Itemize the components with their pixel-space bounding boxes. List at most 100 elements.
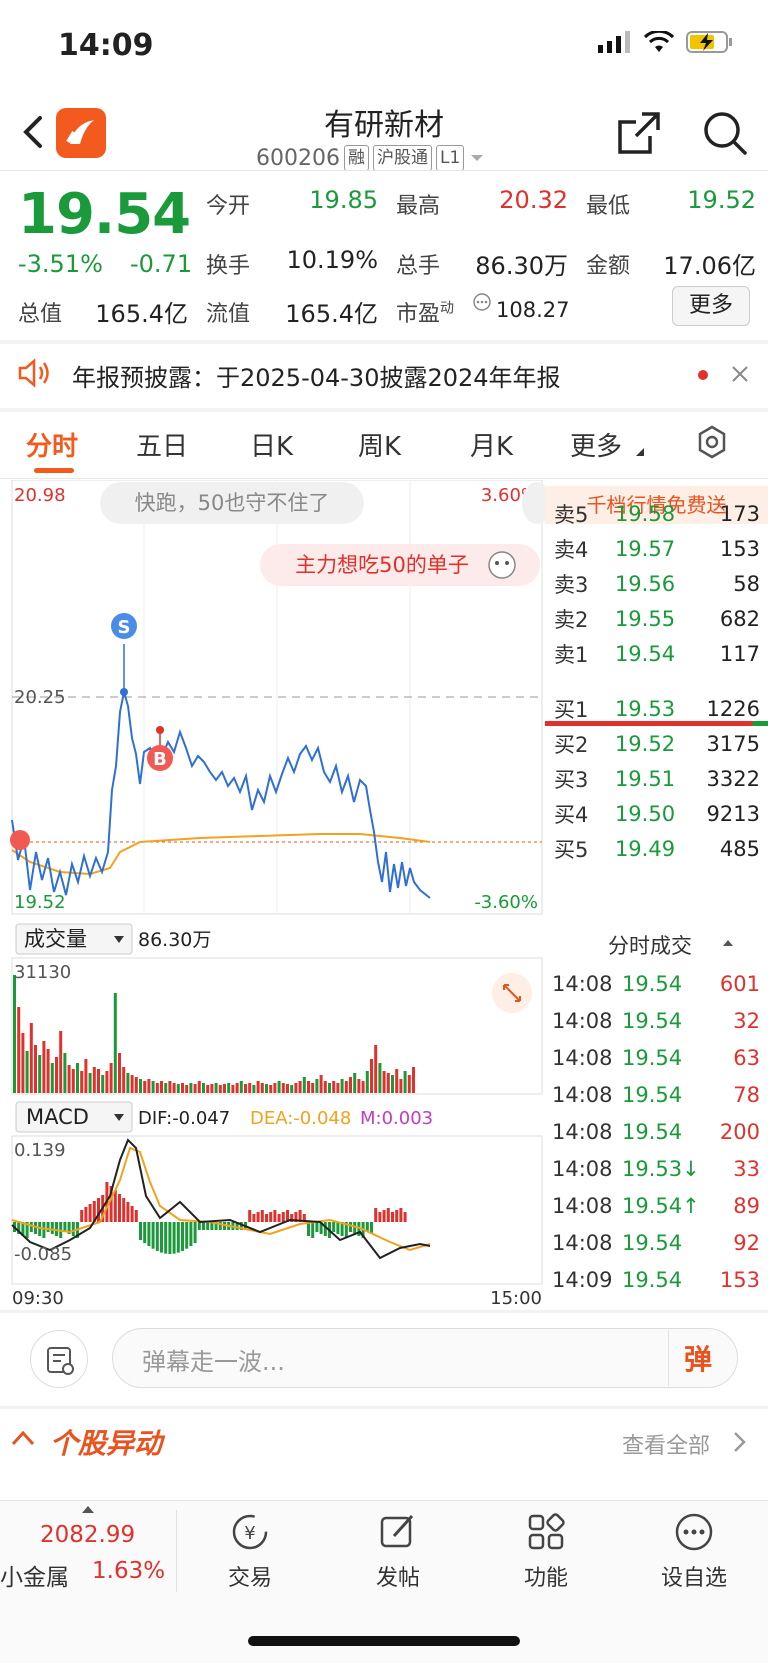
close-icon[interactable]: [730, 364, 750, 384]
ask-row[interactable]: 卖4 19.57 153: [554, 531, 760, 567]
tick-row: 14:09 19.54 153: [552, 1262, 760, 1298]
bid-row[interactable]: 买3 19.51 3322: [554, 761, 760, 797]
volume-bar: [273, 1083, 277, 1093]
macd-bar: [168, 1222, 172, 1254]
index-name[interactable]: 小金属: [0, 1558, 69, 1592]
tag-connect: 沪股通: [372, 145, 432, 171]
tick-row: 14:08 19.54 92: [552, 1225, 760, 1261]
ask-row[interactable]: 卖2 19.55 682: [554, 601, 760, 637]
volume-bar: [223, 1084, 226, 1093]
tick-row: 14:08 19.54 200: [552, 1114, 760, 1150]
tick-price: 19.53↓: [622, 1157, 700, 1181]
bid-price: 19.49: [614, 837, 676, 861]
ask-row[interactable]: 卖5 19.58 173: [554, 496, 760, 532]
danmaku-send-button[interactable]: 弹: [684, 1338, 712, 1378]
volume-bar: [59, 1031, 63, 1093]
quote-value-high: 20.32: [499, 186, 568, 214]
ticks-title[interactable]: 分时成交: [608, 930, 692, 960]
volume-bar: [155, 1083, 159, 1093]
status-time: 14:09: [58, 28, 154, 63]
index-value[interactable]: 2082.99: [40, 1522, 135, 1548]
collapse-icon[interactable]: [722, 938, 734, 948]
macd-bar: [176, 1222, 180, 1253]
nav-functions[interactable]: 功能: [486, 1510, 606, 1592]
macd-bar: [273, 1210, 277, 1222]
volume-bar: [235, 1083, 239, 1093]
volume-bar: [231, 1085, 235, 1093]
macd-bar: [281, 1212, 285, 1222]
quote-value-open: 19.85: [309, 186, 378, 214]
volume-bar: [164, 1083, 168, 1093]
ask-row[interactable]: 卖1 19.54 117: [554, 636, 760, 672]
volume-bar: [286, 1084, 289, 1093]
stock-subtitle[interactable]: 600206 融 沪股通 L1: [256, 145, 486, 171]
tab-monthly-k[interactable]: 月K: [470, 426, 513, 463]
tick-price: 19.54: [622, 972, 683, 996]
tick-time: 14:08: [552, 1083, 613, 1107]
wifi-icon: [644, 31, 674, 52]
volume-bar: [34, 1045, 37, 1093]
volume-bar: [340, 1079, 344, 1093]
speaker-icon: [18, 358, 49, 388]
macd-bar: [155, 1222, 159, 1251]
macd-bar: [181, 1222, 184, 1251]
m-value: M:0.003: [360, 1108, 433, 1129]
macd-bar: [315, 1222, 319, 1232]
share-icon[interactable]: [616, 110, 662, 156]
bid-row[interactable]: 买1 19.53 1226: [554, 691, 760, 727]
ask-row[interactable]: 卖3 19.56 58: [554, 566, 760, 602]
tick-volume: 63: [733, 1046, 760, 1070]
pe-info-icon[interactable]: [472, 292, 492, 312]
volume-bar: [311, 1083, 315, 1093]
macd-bar: [134, 1210, 138, 1222]
volume-bar: [386, 1073, 390, 1093]
bid-row[interactable]: 买4 19.50 9213: [554, 796, 760, 832]
intraday-chart[interactable]: S B 20.98 3.60% 20.25 19.52 -3.60% 快跑，50…: [0, 480, 545, 1310]
volume-bar: [113, 993, 117, 1093]
bid-row[interactable]: 买2 19.52 3175: [554, 726, 760, 762]
tick-price: 19.54↑: [622, 1194, 700, 1218]
volume-bar: [260, 1083, 264, 1093]
tab-more[interactable]: 更多: [570, 426, 622, 463]
tab-daily-k[interactable]: 日K: [250, 426, 293, 463]
nav-post[interactable]: 发帖: [338, 1510, 458, 1592]
volume-bar: [109, 1063, 113, 1093]
volume-bar: [336, 1083, 340, 1093]
chevron-up-icon[interactable]: [10, 1428, 36, 1448]
signal-icon: [598, 31, 630, 53]
macd-bar: [248, 1210, 252, 1222]
macd-bar: [88, 1204, 92, 1222]
divider: [0, 1406, 768, 1409]
nav-trade[interactable]: ¥ 交易: [190, 1510, 310, 1592]
current-price: 19.54: [18, 182, 191, 247]
danmaku-settings-button[interactable]: [30, 1330, 88, 1388]
volume-value: 86.30万: [138, 929, 211, 951]
macd-bars: [13, 1182, 407, 1254]
tick-volume: 200: [719, 1120, 760, 1144]
search-icon[interactable]: [702, 110, 748, 156]
tab-intraday[interactable]: 分时: [26, 426, 78, 463]
sell-marker-dot: [120, 688, 128, 696]
volume-bar: [395, 1069, 399, 1093]
quote-label-high: 最高: [396, 194, 441, 219]
tick-row: 14:08 19.54 78: [552, 1077, 760, 1113]
volume-bar: [193, 1084, 197, 1093]
volume-bar: [214, 1083, 218, 1093]
bid-row[interactable]: 买5 19.49 485: [554, 831, 760, 867]
tick-price: 19.54: [622, 1083, 683, 1107]
volume-bar: [80, 1071, 84, 1093]
bid-label: 买3: [554, 768, 589, 792]
more-quote-button[interactable]: 更多: [672, 286, 750, 326]
notice-text[interactable]: 年报预披露：于2025-04-30披露2024年年报: [72, 358, 561, 393]
tab-weekly-k[interactable]: 周K: [358, 426, 401, 463]
nav-watchlist[interactable]: 设自选: [634, 1510, 754, 1592]
macd-bar: [97, 1198, 100, 1222]
volume-bar: [374, 1045, 378, 1093]
buy-marker-label: B: [153, 749, 167, 770]
view-all-link[interactable]: 查看全部: [622, 1428, 710, 1460]
volume-bar: [189, 1083, 193, 1093]
volume-bar: [361, 1081, 365, 1093]
macd-bar: [332, 1222, 336, 1232]
tab-five-day[interactable]: 五日: [136, 426, 188, 463]
settings-icon[interactable]: [694, 424, 730, 460]
